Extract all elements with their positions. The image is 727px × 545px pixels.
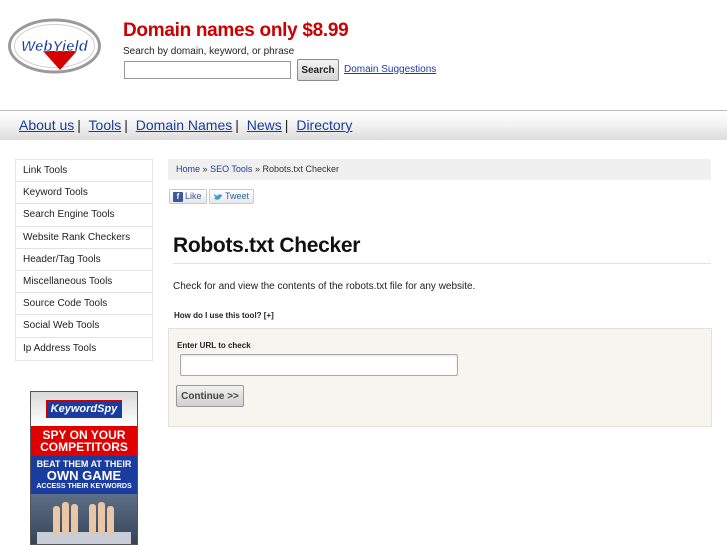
- sidebar-item-ip-address-tools[interactable]: Ip Address Tools: [16, 337, 152, 360]
- sidebar-item-website-rank-checkers[interactable]: Website Rank Checkers: [16, 226, 152, 249]
- sidebar-item-keyword-tools[interactable]: Keyword Tools: [16, 182, 152, 205]
- nav-news[interactable]: News: [247, 117, 282, 133]
- nav-separator: |: [124, 117, 128, 133]
- sidebar-item-header-tag-tools[interactable]: Header/Tag Tools: [16, 248, 152, 271]
- continue-button[interactable]: Continue >>: [176, 385, 244, 407]
- breadcrumb: Home » SEO Tools » Robots.txt Checker: [168, 159, 711, 180]
- url-input[interactable]: [180, 354, 458, 376]
- sidebar-item-source-code-tools[interactable]: Source Code Tools: [16, 293, 152, 316]
- breadcrumb-seo-tools[interactable]: SEO Tools: [210, 164, 252, 174]
- promo-subtitle: Search by domain, keyword, or phrase: [123, 46, 295, 57]
- search-button[interactable]: Search: [297, 59, 339, 81]
- ad-brand-logo: KeywordSpy: [45, 400, 123, 418]
- tweet-label: Tweet: [225, 191, 250, 201]
- breadcrumb-separator: »: [202, 164, 208, 174]
- ad-line-4: OWN GAME: [46, 468, 122, 483]
- breadcrumb-separator: »: [254, 164, 260, 174]
- ad-logo-area: KeywordSpy: [31, 392, 137, 426]
- ad-keyboard-photo: [31, 494, 137, 544]
- breadcrumb-current: Robots.txt Checker: [262, 164, 339, 174]
- like-label: Like: [185, 191, 202, 201]
- main-nav-bar: About us | Tools | Domain Names | News | Dir…: [0, 110, 727, 140]
- ad-line-5: ACCESS THEIR KEYWORDS: [36, 483, 132, 490]
- nav-separator: |: [284, 117, 289, 133]
- page-title: Robots.txt Checker: [173, 234, 361, 257]
- nav-tools[interactable]: Tools: [89, 117, 122, 133]
- ad-subheadline: BEAT THEM AT THEIR OWN GAME ACCESS THEIR…: [31, 456, 137, 494]
- promo-title: Domain names only $8.99: [123, 20, 349, 41]
- sidebar-item-search-engine-tools[interactable]: Search Engine Tools: [16, 204, 152, 227]
- domain-suggestions-link[interactable]: Domain Suggestions: [344, 64, 436, 75]
- title-divider: [173, 263, 711, 264]
- ad-headline: SPY ON YOUR COMPETITORS: [31, 426, 137, 456]
- tweet-button[interactable]: Tweet: [209, 189, 255, 204]
- main-nav: About us | Tools | Domain Names | News | Dir…: [19, 117, 352, 133]
- sidebar-item-link-tools[interactable]: Link Tools: [16, 160, 152, 183]
- tool-description: Check for and view the contents of the r…: [173, 281, 476, 292]
- svg-text:WebYield: WebYield: [21, 38, 89, 55]
- breadcrumb-home[interactable]: Home: [176, 164, 200, 174]
- nav-separator: |: [235, 117, 239, 133]
- ad-line-2: COMPETITORS: [40, 440, 128, 454]
- webyield-logo[interactable]: WebYield: [7, 18, 102, 74]
- how-to-use-toggle[interactable]: How do I use this tool? [+]: [174, 311, 274, 320]
- nav-directory[interactable]: Directory: [296, 117, 352, 133]
- sidebar-item-miscellaneous-tools[interactable]: Miscellaneous Tools: [16, 270, 152, 294]
- twitter-bird-icon: [214, 193, 223, 200]
- nav-about-us[interactable]: About us: [19, 117, 74, 133]
- facebook-icon: f: [173, 191, 183, 202]
- sidebar-item-social-web-tools[interactable]: Social Web Tools: [16, 315, 152, 338]
- domain-search-input[interactable]: [124, 61, 291, 79]
- tools-sidebar: Link Tools Keyword Tools Search Engine T…: [15, 159, 153, 361]
- url-field-label: Enter URL to check: [177, 341, 251, 350]
- facebook-like-button[interactable]: f Like: [169, 189, 207, 204]
- nav-domain-names[interactable]: Domain Names: [136, 117, 232, 133]
- keywordspy-ad-banner[interactable]: KeywordSpy SPY ON YOUR COMPETITORS BEAT …: [30, 391, 138, 545]
- nav-separator: |: [77, 117, 81, 133]
